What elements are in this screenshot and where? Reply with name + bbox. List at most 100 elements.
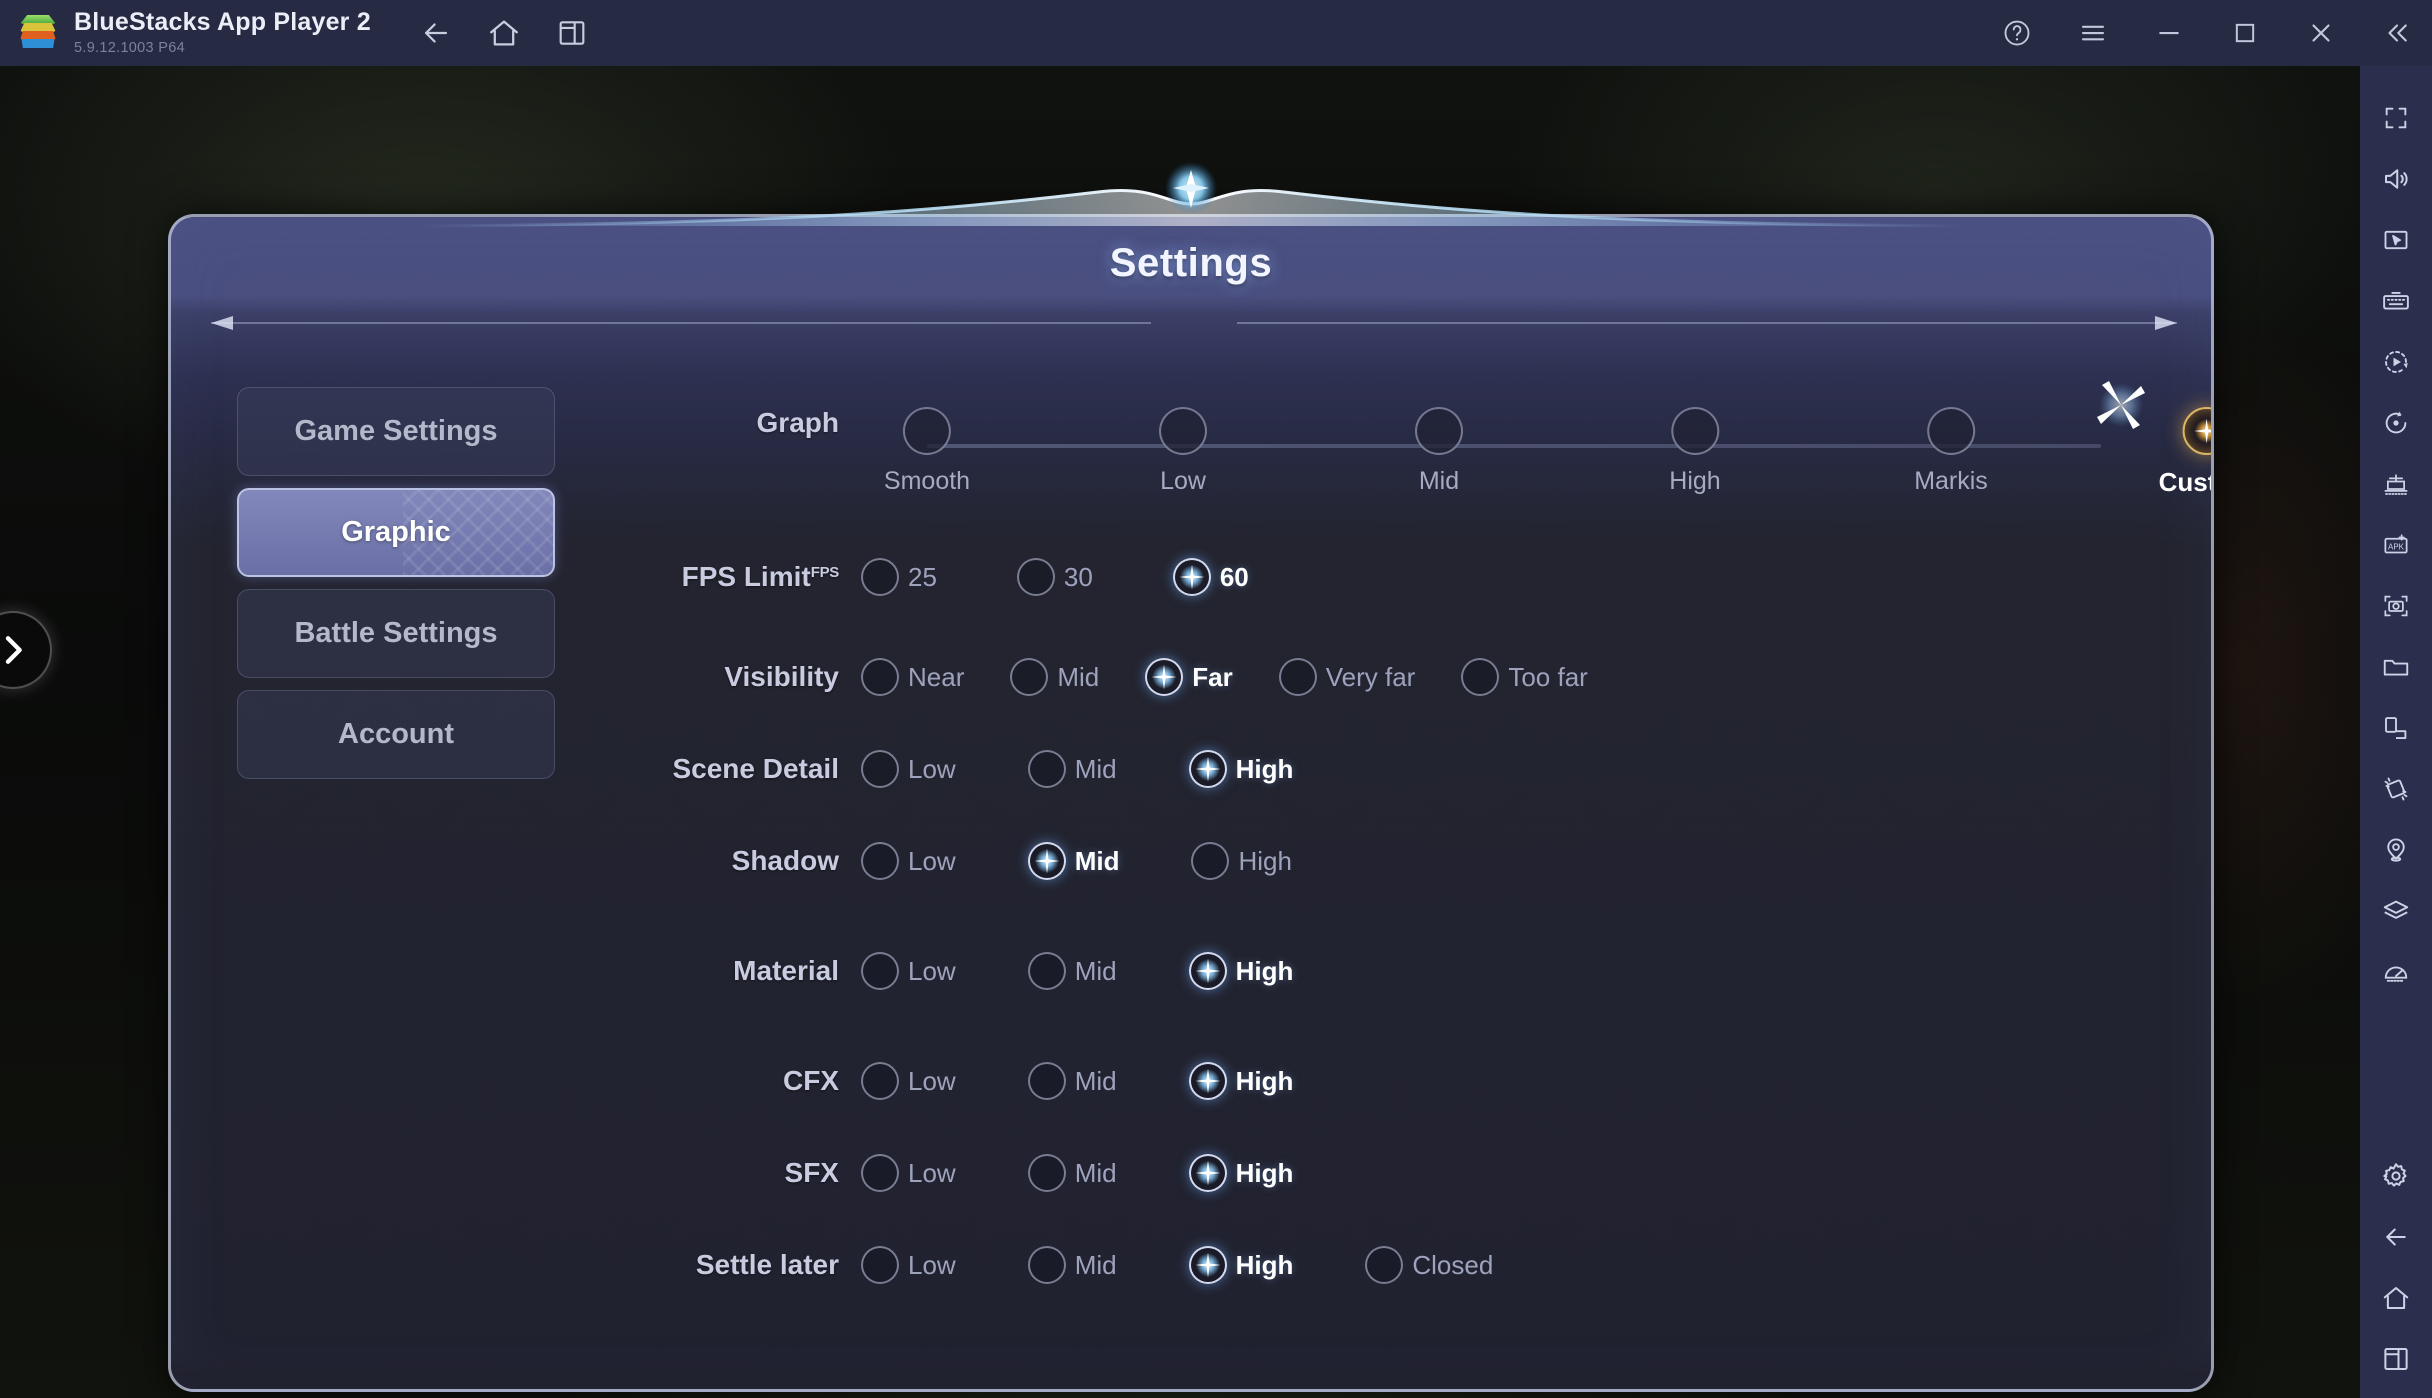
radio-group-sfx: Low Mid High	[861, 1154, 1293, 1192]
rotate-window-icon[interactable]	[2374, 706, 2418, 750]
folder-icon[interactable]	[2374, 645, 2418, 689]
page-title: Settings	[1109, 241, 1273, 285]
home-button[interactable]	[487, 16, 521, 50]
graph-option-smooth[interactable]: Smooth	[884, 407, 970, 496]
recent-apps-icon[interactable]	[2374, 1337, 2418, 1381]
radio-visibility-very-far[interactable]: Very far	[1278, 658, 1415, 696]
close-button[interactable]	[2304, 16, 2338, 50]
radio-scene-detail-low[interactable]: Low	[861, 750, 956, 788]
radio-label: High	[1238, 845, 1292, 876]
radio-shadow-high[interactable]: High	[1191, 842, 1292, 880]
svg-text:APK: APK	[2388, 542, 2405, 551]
header-separator	[171, 313, 2211, 333]
tab-battle-settings[interactable]: Battle Settings	[237, 589, 555, 678]
setting-label-cfx: CFX	[783, 1065, 839, 1096]
setting-label-scene-detail: Scene Detail	[672, 753, 839, 784]
menu-button[interactable]	[2076, 16, 2110, 50]
graph-option-high[interactable]: High	[1669, 407, 1721, 496]
gear-icon[interactable]	[2374, 1154, 2418, 1198]
layers-stack-icon[interactable]	[2374, 889, 2418, 933]
back-nav-button[interactable]	[2374, 1215, 2418, 1259]
slider-node-label: Smooth	[883, 467, 971, 495]
slider-node-label: Mid	[1418, 467, 1460, 495]
radio-settle-later-high[interactable]: High	[1188, 1246, 1294, 1284]
radio-label: Low	[908, 1249, 956, 1280]
radio-fps-limit-60[interactable]: 60	[1172, 558, 1249, 596]
radio-visibility-near[interactable]: Near	[861, 658, 964, 696]
radio-indicator	[861, 658, 899, 696]
back-button[interactable]	[419, 16, 453, 50]
graph-quality-slider[interactable]: Smooth Low Mid High Markis Custom	[867, 407, 2211, 517]
tab-account[interactable]: Account	[237, 690, 555, 779]
slider-node-label: Custom	[2158, 467, 2211, 497]
radio-cfx-high[interactable]: High	[1188, 1062, 1293, 1100]
radio-indicator	[1188, 952, 1227, 990]
instance-manager-icon[interactable]	[2374, 462, 2418, 506]
shake-device-icon[interactable]	[2374, 767, 2418, 811]
multi-instance-button[interactable]	[555, 16, 589, 50]
speaker-volume-icon[interactable]	[2374, 157, 2418, 201]
tab-game-settings[interactable]: Game Settings	[237, 387, 555, 476]
tab-graphic[interactable]: Graphic	[237, 488, 555, 577]
radio-settle-later-mid[interactable]: Mid	[1027, 1246, 1117, 1284]
radio-label: Closed	[1412, 1249, 1494, 1280]
radio-group-shadow: Low Mid High	[861, 842, 1292, 880]
graph-option-mid[interactable]: Mid	[1415, 407, 1463, 496]
fullscreen-corners-icon[interactable]	[2374, 96, 2418, 140]
radio-indicator	[1172, 558, 1211, 596]
bluestacks-logo-icon	[16, 11, 60, 55]
camera-frame-icon[interactable]	[2374, 584, 2418, 628]
radio-settle-later-closed[interactable]: Closed	[1365, 1246, 1493, 1284]
radio-indicator	[861, 558, 899, 596]
keyboard-icon[interactable]	[2374, 279, 2418, 323]
minimize-button[interactable]	[2152, 16, 2186, 50]
radio-sfx-high[interactable]: High	[1188, 1154, 1293, 1192]
apk-plus-icon[interactable]: APK	[2374, 523, 2418, 567]
dot-rotate-circle-icon[interactable]	[2374, 401, 2418, 445]
location-pin-icon[interactable]	[2374, 828, 2418, 872]
speedometer-icon[interactable]	[2374, 950, 2418, 994]
radio-sfx-low[interactable]: Low	[861, 1154, 956, 1192]
maximize-button[interactable]	[2228, 16, 2262, 50]
radio-indicator	[1461, 658, 1500, 696]
radio-material-high[interactable]: High	[1188, 952, 1293, 990]
radio-group-fps-limit: 25 30 60	[861, 558, 1249, 596]
radio-material-low[interactable]: Low	[861, 952, 956, 990]
graph-option-markis[interactable]: Markis	[1914, 407, 1988, 496]
play-record-circle-icon[interactable]	[2374, 340, 2418, 384]
radio-indicator	[1188, 1154, 1227, 1192]
window-controls-group	[2000, 16, 2414, 50]
radio-visibility-far[interactable]: Far	[1145, 658, 1233, 696]
radio-sfx-mid[interactable]: Mid	[1027, 1154, 1117, 1192]
help-button[interactable]	[2000, 16, 2034, 50]
radio-label: Low	[908, 753, 956, 784]
radio-scene-detail-high[interactable]: High	[1188, 750, 1293, 788]
radio-group-visibility: Near Mid Far Very far Too far	[861, 658, 1588, 696]
close-dialog-button[interactable]	[2093, 377, 2149, 433]
radio-cfx-low[interactable]: Low	[861, 1062, 956, 1100]
radio-material-mid[interactable]: Mid	[1027, 952, 1117, 990]
graph-option-low[interactable]: Low	[1159, 407, 1207, 496]
radio-shadow-low[interactable]: Low	[861, 842, 956, 880]
collapse-sidebar-button[interactable]	[2380, 16, 2414, 50]
home-nav-button[interactable]	[2374, 1276, 2418, 1320]
setting-label-fps-limit: FPS LimitFPS	[681, 561, 840, 592]
radio-indicator	[861, 750, 899, 788]
pointer-in-frame-icon[interactable]	[2374, 218, 2418, 262]
radio-label: 25	[908, 561, 937, 592]
radio-fps-limit-30[interactable]: 30	[1016, 558, 1093, 596]
slider-node-label: Low	[1160, 467, 1206, 495]
setting-label-graph: Graph	[756, 407, 839, 438]
radio-settle-later-low[interactable]: Low	[861, 1246, 956, 1284]
graph-option-custom[interactable]: Custom	[2158, 407, 2211, 498]
radio-scene-detail-mid[interactable]: Mid	[1027, 750, 1117, 788]
radio-cfx-mid[interactable]: Mid	[1027, 1062, 1117, 1100]
radio-label: Mid	[1057, 661, 1100, 692]
radio-indicator	[861, 952, 899, 990]
radio-visibility-mid[interactable]: Mid	[1010, 658, 1099, 696]
radio-fps-limit-25[interactable]: 25	[861, 558, 937, 596]
radio-label: High	[1235, 1249, 1294, 1280]
radio-shadow-mid[interactable]: Mid	[1027, 842, 1119, 880]
radio-label: Low	[908, 1065, 956, 1096]
radio-visibility-too-far[interactable]: Too far	[1461, 658, 1588, 696]
